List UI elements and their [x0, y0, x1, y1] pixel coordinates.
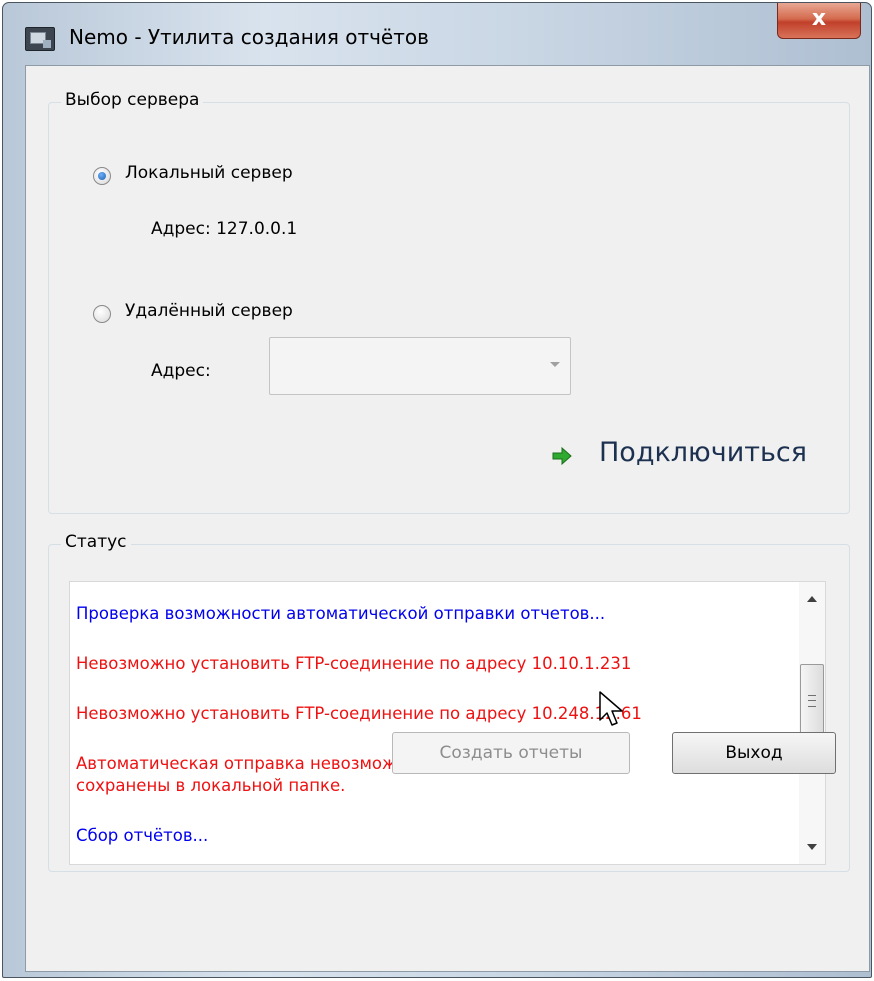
create-reports-button[interactable]: Создать отчеты	[392, 732, 630, 774]
grip-icon	[808, 695, 816, 707]
remote-address-combobox[interactable]	[269, 337, 571, 395]
log-line: Сбор отчётов...	[76, 825, 208, 847]
scroll-up-arrow-icon[interactable]	[807, 596, 817, 602]
status-group-title: Статус	[61, 532, 131, 552]
server-selection-group: Выбор сервера Локальный сервер Адрес: 12…	[48, 90, 850, 514]
close-icon: x	[811, 6, 827, 31]
log-line-text: Невозможно установить FTP-соединение по …	[76, 704, 642, 723]
chevron-down-icon[interactable]	[550, 362, 560, 367]
local-server-label[interactable]: Локальный сервер	[125, 163, 293, 183]
close-button[interactable]: x	[777, 3, 861, 39]
dialog-window: Nemo - Утилита создания отчётов x Выбор …	[2, 2, 872, 978]
server-group-title: Выбор сервера	[61, 90, 204, 110]
exit-button[interactable]: Выход	[672, 732, 836, 774]
log-line-text: Сбор отчётов...	[76, 826, 209, 845]
remote-address-label: Адрес:	[151, 361, 211, 381]
log-line-text: Невозможно установить FTP-соединение по …	[76, 654, 632, 673]
green-arrow-icon	[552, 446, 572, 466]
remote-server-radio[interactable]	[93, 305, 111, 323]
connect-label: Подключиться	[599, 437, 808, 468]
mouse-pointer-icon	[599, 691, 623, 726]
local-address-text: Адрес: 127.0.0.1	[151, 219, 298, 239]
title-bar[interactable]: Nemo - Утилита создания отчётов x	[3, 3, 871, 65]
remote-server-label[interactable]: Удалённый сервер	[125, 301, 293, 321]
log-line-text: Проверка возможности автоматической отпр…	[76, 604, 606, 623]
log-line: Невозможно установить FTP-соединение по …	[76, 653, 631, 675]
log-line-text: сохранены в локальной папке.	[76, 776, 346, 795]
log-scrollbar[interactable]	[799, 582, 825, 864]
dialog-client-area: Выбор сервера Локальный сервер Адрес: 12…	[25, 65, 870, 972]
log-line: Проверка возможности автоматической отпр…	[76, 603, 605, 625]
local-server-radio[interactable]	[93, 167, 111, 185]
scroll-thumb[interactable]	[800, 664, 824, 738]
app-icon	[25, 27, 55, 51]
log-line: Невозможно установить FTP-соединение по …	[76, 703, 642, 725]
status-group: Статус Проверка возможности автоматическ…	[48, 532, 850, 872]
window-title: Nemo - Утилита создания отчётов	[69, 25, 429, 49]
status-log[interactable]: Проверка возможности автоматической отпр…	[69, 581, 826, 865]
scroll-down-arrow-icon[interactable]	[807, 844, 817, 850]
log-line: сохранены в локальной папке.	[76, 775, 345, 797]
